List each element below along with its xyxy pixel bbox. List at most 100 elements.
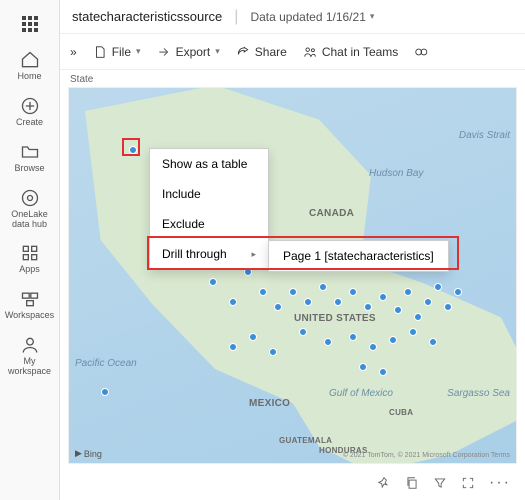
data-point[interactable]: [409, 328, 417, 336]
sidebar-item-label: Apps: [19, 265, 40, 275]
sidebar-item-my-workspace[interactable]: My workspace: [4, 329, 56, 383]
data-point[interactable]: [304, 298, 312, 306]
left-nav-sidebar: Home Create Browse OneLake data hub Apps…: [0, 0, 60, 500]
data-point[interactable]: [434, 283, 442, 291]
menu-label: Show as a table: [162, 157, 247, 171]
file-menu[interactable]: File ▾: [93, 45, 141, 59]
export-menu[interactable]: Export ▾: [157, 45, 220, 59]
pin-icon[interactable]: [377, 476, 391, 490]
expand-pages-button[interactable]: »: [70, 45, 77, 59]
share-button[interactable]: Share: [236, 45, 287, 59]
filter-icon[interactable]: [433, 476, 447, 490]
data-point[interactable]: [444, 303, 452, 311]
country-label-canada: CANADA: [309, 208, 354, 219]
data-point[interactable]: [249, 333, 257, 341]
data-point[interactable]: [229, 298, 237, 306]
data-point[interactable]: [259, 288, 267, 296]
map-provider: ▶ Bing: [75, 448, 102, 459]
ocean-label-hudson: Hudson Bay: [369, 168, 423, 179]
file-icon: [93, 45, 107, 59]
share-icon: [236, 45, 250, 59]
data-point[interactable]: [379, 293, 387, 301]
ocean-label-gulf: Gulf of Mexico: [329, 388, 393, 399]
title-bar: statecharacteristicssource | Data update…: [60, 0, 525, 34]
data-point[interactable]: [379, 368, 387, 376]
sidebar-item-label: Create: [16, 118, 43, 128]
highlight-point-box: [122, 138, 140, 156]
home-icon: [20, 50, 40, 70]
data-point[interactable]: [324, 338, 332, 346]
focus-mode-icon[interactable]: [461, 476, 475, 490]
data-point[interactable]: [269, 348, 277, 356]
map-provider-label: Bing: [84, 449, 102, 459]
sidebar-item-label: Home: [17, 72, 41, 82]
menu-show-as-table[interactable]: Show as a table: [150, 149, 268, 179]
person-icon: [20, 335, 40, 355]
country-label-cuba: CUBA: [389, 408, 413, 417]
sidebar-item-workspaces[interactable]: Workspaces: [4, 283, 56, 327]
data-point[interactable]: [359, 363, 367, 371]
chat-teams-button[interactable]: Chat in Teams: [303, 45, 398, 59]
data-point[interactable]: [334, 298, 342, 306]
expand-icon: »: [70, 45, 77, 59]
sidebar-item-onelake[interactable]: OneLake data hub: [4, 182, 56, 236]
sidebar-item-home[interactable]: Home: [4, 44, 56, 88]
bing-icon: ▶: [75, 448, 82, 459]
data-point[interactable]: [319, 283, 327, 291]
sidebar-item-label: Browse: [14, 164, 44, 174]
copy-icon[interactable]: [405, 476, 419, 490]
menu-include[interactable]: Include: [150, 179, 268, 209]
data-point[interactable]: [454, 288, 462, 296]
data-updated-button[interactable]: Data updated 1/16/21 ▾: [250, 10, 374, 24]
workspaces-icon: [20, 289, 40, 309]
chevron-down-icon: ▾: [215, 46, 220, 57]
sidebar-item-create[interactable]: Create: [4, 90, 56, 134]
sidebar-item-label: My workspace: [4, 357, 56, 377]
data-point[interactable]: [394, 306, 402, 314]
data-point[interactable]: [429, 338, 437, 346]
map-visual[interactable]: Pacific Ocean Hudson Bay Davis Strait Gu…: [68, 87, 517, 464]
ocean-label-davis: Davis Strait: [459, 130, 510, 141]
data-point[interactable]: [209, 278, 217, 286]
plus-circle-icon: [20, 96, 40, 116]
menu-label: Include: [162, 187, 201, 201]
data-point[interactable]: [274, 303, 282, 311]
menu-exclude[interactable]: Exclude: [150, 209, 268, 239]
insights-icon: [414, 45, 428, 59]
data-point[interactable]: [404, 288, 412, 296]
data-point[interactable]: [101, 388, 109, 396]
data-point[interactable]: [389, 336, 397, 344]
data-point[interactable]: [414, 313, 422, 321]
data-updated-label: Data updated 1/16/21: [250, 10, 365, 24]
more-options-icon[interactable]: ···: [489, 474, 511, 492]
waffle-icon: [20, 14, 40, 34]
highlight-drill-box: [147, 236, 459, 270]
folder-icon: [20, 142, 40, 162]
data-point[interactable]: [369, 343, 377, 351]
report-title: statecharacteristicssource: [72, 9, 222, 24]
sidebar-item-label: Workspaces: [5, 311, 54, 321]
data-point[interactable]: [364, 303, 372, 311]
data-point[interactable]: [349, 333, 357, 341]
visual-action-bar: ···: [60, 472, 525, 500]
country-label-mexico: MEXICO: [249, 398, 290, 409]
data-point[interactable]: [289, 288, 297, 296]
data-point[interactable]: [349, 288, 357, 296]
app-launcher[interactable]: [4, 8, 56, 42]
apps-icon: [20, 243, 40, 263]
export-label: Export: [176, 45, 211, 59]
ocean-label-sargasso: Sargasso Sea: [447, 388, 510, 399]
sidebar-item-apps[interactable]: Apps: [4, 237, 56, 281]
data-point[interactable]: [229, 343, 237, 351]
data-point[interactable]: [424, 298, 432, 306]
menu-label: Exclude: [162, 217, 205, 231]
chat-label: Chat in Teams: [322, 45, 398, 59]
visual-title: State: [60, 70, 525, 87]
title-divider: |: [234, 8, 238, 26]
chevron-down-icon: ▾: [136, 46, 141, 57]
data-point[interactable]: [299, 328, 307, 336]
toolbar-more[interactable]: [414, 45, 428, 59]
country-label-us: UNITED STATES: [294, 313, 376, 324]
sidebar-item-browse[interactable]: Browse: [4, 136, 56, 180]
export-icon: [157, 45, 171, 59]
